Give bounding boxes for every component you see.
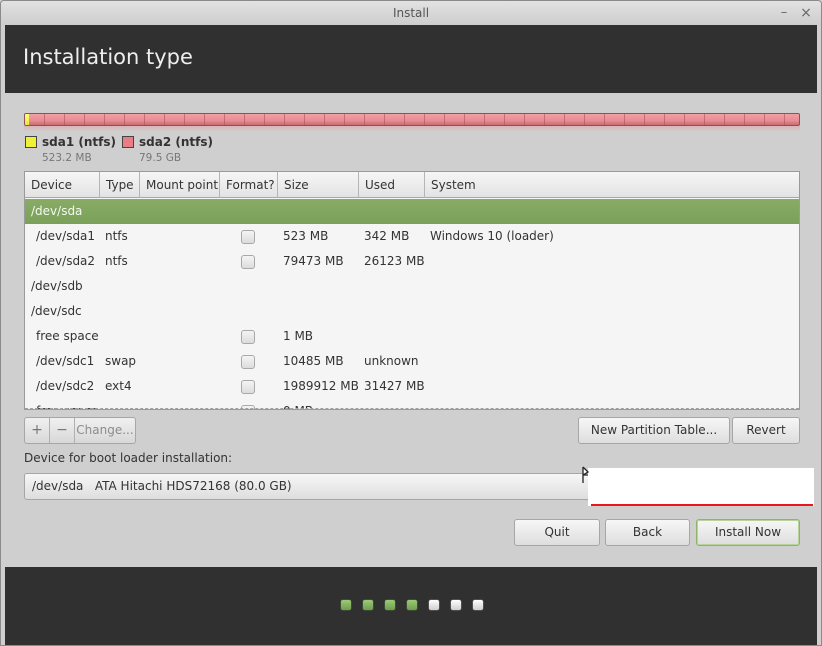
cell-device: /dev/sda2 [36,254,96,268]
table-row[interactable]: /dev/sda [25,199,799,224]
column-header-device[interactable]: Device [25,172,100,198]
cell-type: ntfs [105,254,128,268]
legend-size: 79.5 GB [139,152,182,164]
format-checkbox[interactable] [241,355,255,369]
cell-system: Windows 10 (loader) [430,229,554,243]
cell-device: /dev/sdc1 [36,354,95,368]
change-partition-button[interactable]: Change... [75,418,135,443]
back-button[interactable]: Back [605,519,690,546]
partition-table[interactable]: Device Type Mount point Format? Size Use… [24,171,800,410]
install-now-button[interactable]: Install Now [696,519,800,546]
cell-size: 10485 MB [283,354,344,368]
step-dot-completed [407,600,417,610]
partition-usage-bar [24,113,800,126]
cell-device: free space [36,329,99,343]
table-row[interactable]: /dev/sda1 ntfs 523 MB 342 MB Windows 10 (loa… [25,224,799,249]
table-row[interactable]: /dev/sdc [25,299,799,324]
cell-used: unknown [364,354,419,368]
step-dot-completed [385,600,395,610]
column-header-format[interactable]: Format? [220,172,278,198]
cell-type: swap [105,354,137,368]
table-row[interactable]: /dev/sdc1 swap 10485 MB unknown [25,349,799,374]
bootloader-label: Device for boot loader installation: [24,451,233,465]
format-checkbox[interactable] [241,255,255,269]
minimize-icon[interactable]: – [775,1,793,25]
table-header: Device Type Mount point Format? Size Use… [25,172,799,198]
legend-label: sda1 (ntfs) [42,135,116,149]
cell-device: /dev/sdc [31,304,82,318]
column-header-mount-point[interactable]: Mount point [140,172,220,198]
add-partition-button[interactable]: + [25,418,50,443]
cell-size: 79473 MB [283,254,344,268]
installer-window: Install – × Installation type sda1 (ntfs… [0,0,822,646]
step-dot-completed [363,600,373,610]
window-title: Install [392,6,430,20]
cell-size: 1989912 MB [283,379,359,393]
column-header-used[interactable]: Used [359,172,425,198]
scroll-edge-indicator [25,408,799,409]
table-row[interactable]: free space 1 MB [25,324,799,349]
cell-type: ntfs [105,229,128,243]
page-title: Installation type [23,45,193,69]
table-row[interactable]: /dev/sdc2 ext4 1989912 MB 31427 MB [25,374,799,399]
format-checkbox[interactable] [241,330,255,344]
legend-size: 523.2 MB [42,152,92,164]
legend-swatch-sda1 [25,136,37,148]
cell-device: /dev/sda1 [36,229,96,243]
table-row[interactable]: /dev/sdb [25,274,799,299]
revert-button[interactable]: Revert [732,417,800,444]
step-dot-pending [451,600,461,610]
step-dot-pending [429,600,439,610]
page-header: Installation type [5,25,817,93]
column-header-size[interactable]: Size [278,172,359,198]
cell-size: 523 MB [283,229,329,243]
format-checkbox[interactable] [241,230,255,244]
step-dot-pending [473,600,483,610]
text-cursor-icon [582,466,590,483]
text-entry-overlay[interactable] [588,467,814,506]
progress-footer [5,567,817,645]
partition-bar-ticks [25,114,799,125]
new-partition-table-button[interactable]: New Partition Table... [578,417,730,444]
title-bar: Install – × [1,1,821,25]
cell-device: /dev/sdb [31,279,83,293]
cell-device: /dev/sda [31,204,83,218]
partition-bar-reflection [24,126,800,132]
legend-label: sda2 (ntfs) [139,135,213,149]
quit-button[interactable]: Quit [514,519,600,546]
cell-device: /dev/sdc2 [36,379,95,393]
cell-size: 1 MB [283,329,314,343]
column-header-system[interactable]: System [425,172,799,198]
cell-used: 26123 MB [364,254,425,268]
remove-partition-button[interactable]: − [50,418,75,443]
cell-used: 31427 MB [364,379,425,393]
format-checkbox[interactable] [241,380,255,394]
partition-edit-buttons: + − Change... [24,417,136,444]
error-underline [591,504,813,506]
column-header-type[interactable]: Type [100,172,140,198]
close-icon[interactable]: × [797,1,815,25]
cell-used: 342 MB [364,229,410,243]
step-dot-completed [341,600,351,610]
table-row[interactable]: /dev/sda2 ntfs 79473 MB 26123 MB [25,249,799,274]
cell-type: ext4 [105,379,132,393]
legend-swatch-sda2 [122,136,134,148]
